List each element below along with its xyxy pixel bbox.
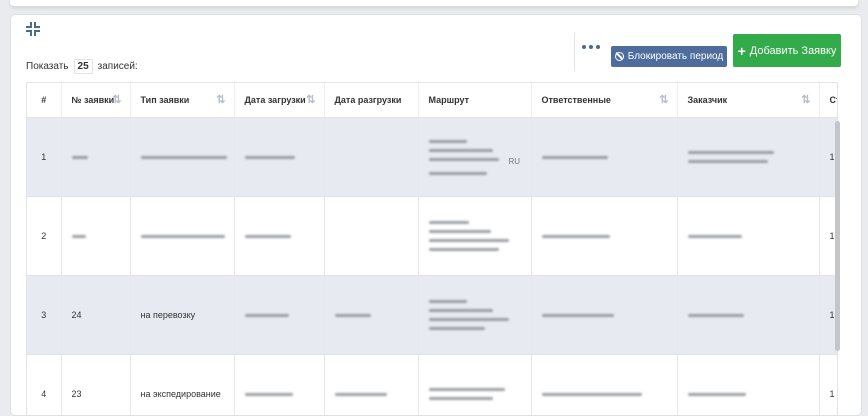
request-number-cell: [61, 118, 130, 197]
column-header-unload-date[interactable]: Дата разгрузки: [324, 83, 418, 118]
plus-icon: +: [738, 44, 746, 58]
route-cell: [418, 197, 531, 276]
unload-date-cell: [324, 276, 418, 355]
column-header-route: Маршрут: [418, 83, 531, 118]
sort-icon[interactable]: ⇅: [216, 93, 225, 106]
page-length-control: Показать 25 записей:: [26, 59, 138, 74]
request-number-cell: 23: [61, 355, 130, 416]
table-row[interactable]: 3 24 на перевозку 1: [27, 276, 838, 355]
column-header-responsible[interactable]: Ответственные⇅: [531, 83, 677, 118]
request-number-cell: 24: [61, 276, 130, 355]
route-cell: RU: [418, 118, 531, 197]
route-cell: [418, 276, 531, 355]
ban-icon: [615, 52, 624, 61]
request-type-cell: [130, 197, 234, 276]
customer-cell: [677, 355, 819, 416]
column-header-status: Ст: [819, 83, 838, 118]
customer-cell: [677, 197, 819, 276]
show-prefix: Показать: [26, 61, 69, 72]
load-date-cell: [234, 118, 324, 197]
column-header-load-date[interactable]: Дата загрузки⇅: [234, 83, 324, 118]
responsible-cell: [531, 197, 677, 276]
request-type-cell: на экспедирование: [130, 355, 234, 416]
top-panel-edge: [10, 0, 858, 7]
column-header-index: #: [27, 83, 61, 118]
request-type-cell: на перевозку: [130, 276, 234, 355]
route-cell: [418, 355, 531, 416]
table-row[interactable]: 4 23 на экспедирование 1: [27, 355, 838, 416]
vertical-scrollbar[interactable]: [833, 115, 843, 415]
sort-icon[interactable]: ⇅: [659, 93, 668, 106]
toolbar-divider: [574, 33, 575, 71]
column-header-customer[interactable]: Заказчик⇅: [677, 83, 819, 118]
sort-icon[interactable]: ⇅: [306, 93, 315, 106]
table-row[interactable]: 1 RU 1: [27, 118, 838, 197]
page-length-select[interactable]: 25: [74, 59, 93, 74]
requests-table: # № заявки⇅ Тип заявки⇅ Дата загрузки⇅ Д…: [27, 83, 838, 416]
sort-icon[interactable]: ⇅: [801, 93, 810, 106]
request-number-cell: [61, 197, 130, 276]
scrollbar-thumb[interactable]: [835, 121, 840, 351]
collapse-icon[interactable]: [25, 21, 41, 37]
requests-card: Показать 25 записей: Блокировать период …: [10, 14, 862, 416]
block-period-button[interactable]: Блокировать период: [611, 46, 727, 67]
sort-icon[interactable]: ⇅: [112, 93, 121, 106]
row-index: 1: [27, 118, 61, 197]
unload-date-cell: [324, 355, 418, 416]
table-row[interactable]: 2 1: [27, 197, 838, 276]
responsible-cell: [531, 118, 677, 197]
add-request-label: Добавить Заявку: [750, 45, 837, 57]
load-date-cell: [234, 276, 324, 355]
more-options-icon[interactable]: [582, 45, 600, 49]
row-index: 4: [27, 355, 61, 416]
responsible-cell: [531, 276, 677, 355]
column-header-type[interactable]: Тип заявки⇅: [130, 83, 234, 118]
row-index: 3: [27, 276, 61, 355]
responsible-cell: [531, 355, 677, 416]
unload-date-cell: [324, 118, 418, 197]
row-index: 2: [27, 197, 61, 276]
add-request-button[interactable]: + Добавить Заявку: [733, 34, 841, 67]
customer-cell: [677, 276, 819, 355]
block-period-label: Блокировать период: [628, 51, 723, 62]
request-type-cell: [130, 118, 234, 197]
unload-date-cell: [324, 197, 418, 276]
column-header-number[interactable]: № заявки⇅: [61, 83, 130, 118]
table-header-row: # № заявки⇅ Тип заявки⇅ Дата загрузки⇅ Д…: [27, 83, 838, 118]
customer-cell: [677, 118, 819, 197]
load-date-cell: [234, 197, 324, 276]
route-suffix: RU: [509, 157, 521, 166]
load-date-cell: [234, 355, 324, 416]
requests-table-container: # № заявки⇅ Тип заявки⇅ Дата загрузки⇅ Д…: [26, 82, 838, 416]
show-suffix: записей:: [98, 61, 138, 72]
